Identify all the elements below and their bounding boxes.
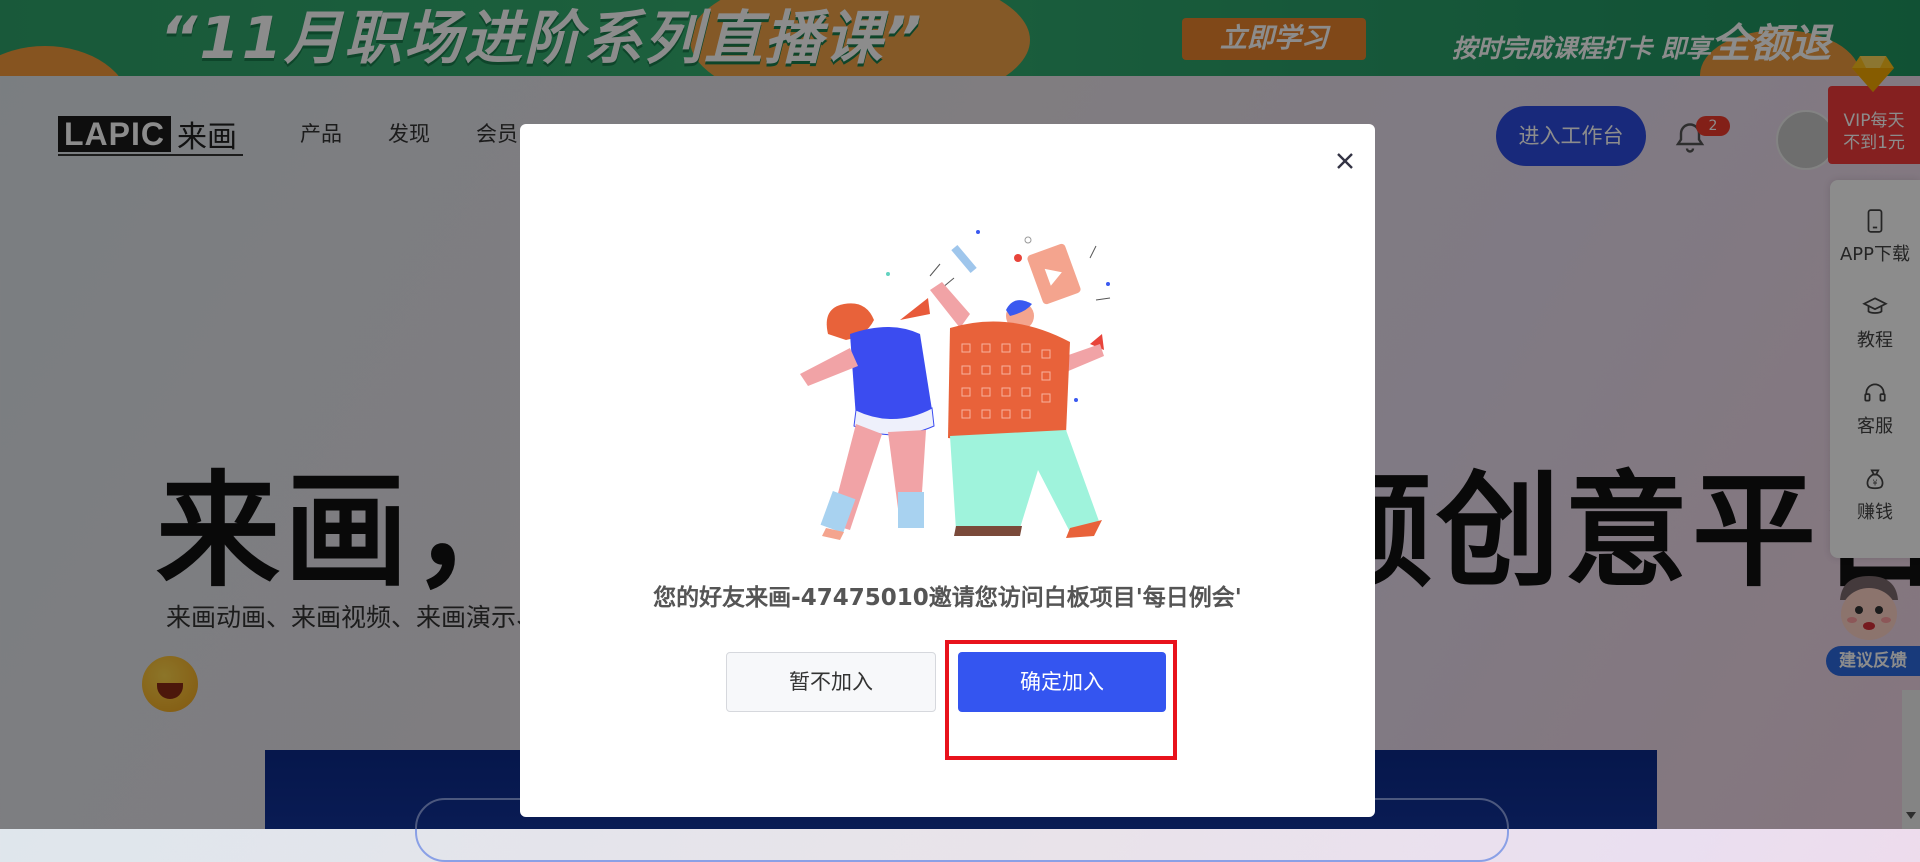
invite-dialog: 您的好友来画-47475010邀请您访问白板项目'每日例会' 暂不加入 确定加入 [520, 124, 1375, 817]
invite-message: 您的好友来画-47475010邀请您访问白板项目'每日例会' [653, 585, 1242, 611]
celebration-illustration [800, 230, 1111, 540]
confirm-join-button[interactable]: 确定加入 [958, 652, 1166, 712]
decline-join-button[interactable]: 暂不加入 [726, 652, 936, 712]
close-icon[interactable] [1330, 146, 1360, 176]
